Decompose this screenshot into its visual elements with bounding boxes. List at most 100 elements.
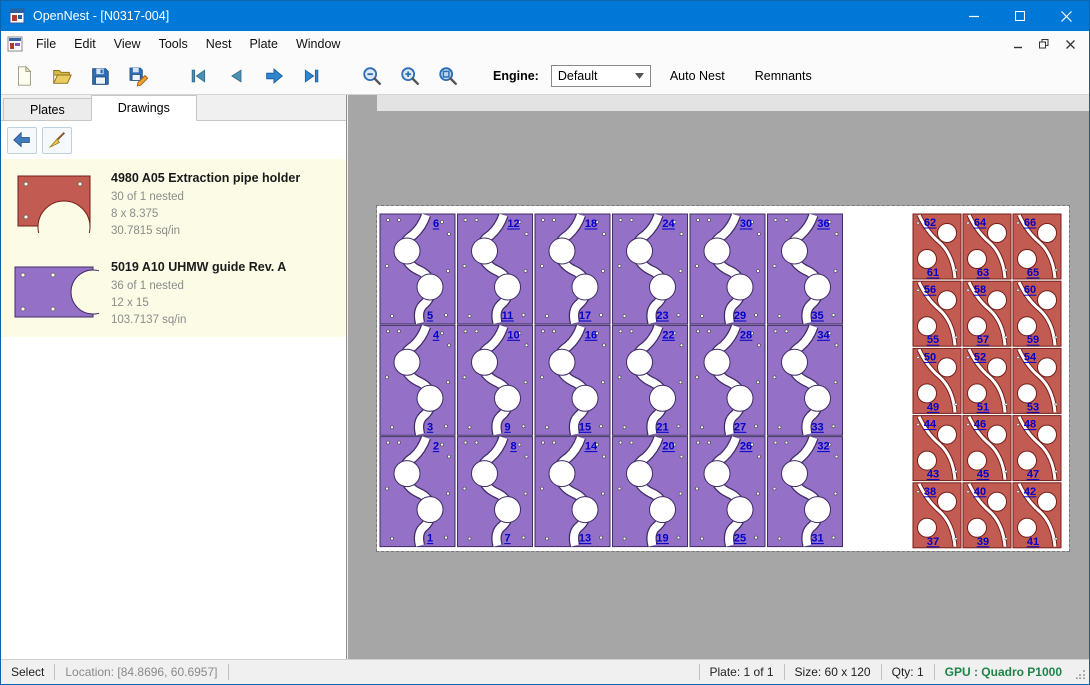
statusbar-qty: Qty: 1 (882, 660, 934, 684)
svg-text:62: 62 (924, 217, 936, 229)
save-as-button[interactable] (123, 61, 153, 91)
titlebar[interactable]: OpenNest - [N0317-004] (1, 1, 1089, 31)
drawing-item-2[interactable]: 5019 A10 UHMW guide Rev. A 36 of 1 neste… (1, 248, 346, 337)
menubar: File Edit View Tools Nest Plate Window (1, 31, 1089, 57)
menu-plate[interactable]: Plate (240, 31, 287, 57)
svg-text:15: 15 (579, 421, 591, 433)
red-part-pair: 4241 (1013, 483, 1061, 548)
toolbar-separator (161, 75, 175, 76)
mdi-document-icon (7, 36, 23, 52)
import-drawing-button[interactable] (7, 127, 37, 154)
svg-text:10: 10 (507, 329, 519, 341)
auto-nest-button[interactable]: Auto Nest (659, 63, 736, 89)
save-button[interactable] (85, 61, 115, 91)
nav-next-button[interactable] (259, 61, 289, 91)
menu-nest[interactable]: Nest (197, 31, 241, 57)
svg-text:56: 56 (924, 284, 936, 296)
nest-canvas[interactable]: 6512111817242330293635431091615222128273… (348, 95, 1089, 659)
svg-text:20: 20 (662, 441, 674, 453)
svg-text:46: 46 (974, 419, 986, 431)
purple-part-pair: 65 (380, 214, 455, 324)
maximize-button[interactable] (997, 1, 1043, 31)
svg-text:41: 41 (1027, 536, 1039, 548)
minimize-button[interactable] (951, 1, 997, 31)
plate[interactable]: 6512111817242330293635431091615222128273… (377, 206, 1069, 551)
new-button[interactable] (9, 61, 39, 91)
nav-first-button[interactable] (183, 61, 213, 91)
drawing-area: 103.7137 sq/in (111, 312, 338, 329)
clean-drawings-button[interactable] (42, 127, 72, 154)
svg-text:7: 7 (504, 533, 510, 545)
svg-text:14: 14 (585, 441, 598, 453)
zoom-fit-button[interactable] (433, 61, 463, 91)
statusbar-mode: Select (1, 660, 54, 684)
menu-edit[interactable]: Edit (65, 31, 105, 57)
drawing-list: 4980 A05 Extraction pipe holder 30 of 1 … (1, 159, 346, 337)
svg-text:27: 27 (734, 421, 746, 433)
svg-text:29: 29 (734, 310, 746, 322)
open-button[interactable] (47, 61, 77, 91)
menu-tools[interactable]: Tools (150, 31, 197, 57)
menu-view[interactable]: View (105, 31, 150, 57)
mdi-restore-icon (1039, 39, 1049, 49)
app-window: OpenNest - [N0317-004] File Edit View To… (0, 0, 1090, 685)
first-plate-icon (188, 66, 208, 86)
purple-part-pair: 10 9 (458, 325, 533, 435)
mdi-minimize-button[interactable] (1007, 34, 1029, 54)
zoom-in-button[interactable] (395, 61, 425, 91)
svg-text:5: 5 (427, 310, 433, 322)
svg-text:9: 9 (504, 421, 510, 433)
mdi-window-controls (1007, 34, 1089, 54)
menu-file[interactable]: File (27, 31, 65, 57)
menu-window[interactable]: Window (287, 31, 349, 57)
resize-grip[interactable] (1072, 668, 1089, 684)
svg-text:26: 26 (740, 441, 752, 453)
red-part-pair: 5251 (963, 348, 1011, 413)
window-title: OpenNest - [N0317-004] (33, 9, 169, 23)
drawing-item-1[interactable]: 4980 A05 Extraction pipe holder 30 of 1 … (1, 159, 346, 248)
red-part-pair: 5655 (913, 281, 961, 346)
svg-text:35: 35 (811, 310, 823, 322)
save-as-icon (127, 65, 149, 87)
svg-text:65: 65 (1027, 267, 1039, 279)
close-button[interactable] (1043, 1, 1089, 31)
purple-part-pair: 2221 (613, 325, 688, 435)
svg-text:49: 49 (927, 401, 939, 413)
nav-last-button[interactable] (297, 61, 327, 91)
svg-text:2: 2 (433, 441, 439, 453)
drawing-nested: 30 of 1 nested (111, 189, 338, 206)
svg-text:3: 3 (427, 421, 433, 433)
purple-part-pair: 2423 (613, 214, 688, 324)
tab-plates[interactable]: Plates (3, 98, 92, 120)
maximize-icon (1015, 11, 1025, 21)
engine-select[interactable]: Default (551, 65, 651, 87)
broom-icon (47, 131, 67, 149)
next-plate-icon (263, 65, 285, 87)
svg-text:11: 11 (502, 310, 514, 322)
red-part-pair: 3837 (913, 483, 961, 548)
svg-text:23: 23 (656, 310, 668, 322)
svg-text:48: 48 (1024, 419, 1036, 431)
svg-text:16: 16 (585, 329, 597, 341)
drawing-size: 12 x 15 (111, 295, 338, 312)
red-part-pair: 6463 (963, 214, 1011, 279)
svg-text:38: 38 (924, 486, 936, 498)
nest-drawing: 6512111817242330293635431091615222128273… (377, 206, 1069, 551)
purple-part-pair: 2827 (690, 325, 765, 435)
mdi-close-button[interactable] (1059, 34, 1081, 54)
svg-text:66: 66 (1024, 217, 1036, 229)
nav-prev-button[interactable] (221, 61, 251, 91)
drawing-area: 30.7815 sq/in (111, 223, 338, 240)
remnants-button[interactable]: Remnants (744, 63, 823, 89)
zoom-out-button[interactable] (357, 61, 387, 91)
statusbar-separator (228, 664, 229, 680)
statusbar-location: Location: [84.8696, 60.6957] (55, 660, 227, 684)
svg-text:8: 8 (510, 441, 516, 453)
mdi-restore-button[interactable] (1033, 34, 1055, 54)
svg-text:60: 60 (1024, 284, 1036, 296)
tab-drawings[interactable]: Drawings (91, 95, 197, 121)
red-part-pair: 4039 (963, 483, 1011, 548)
statusbar-plate: Plate: 1 of 1 (700, 660, 784, 684)
drawing-title: 4980 A05 Extraction pipe holder (111, 171, 338, 185)
main-toolbar: Engine: Default Auto Nest Remnants (1, 57, 1089, 95)
